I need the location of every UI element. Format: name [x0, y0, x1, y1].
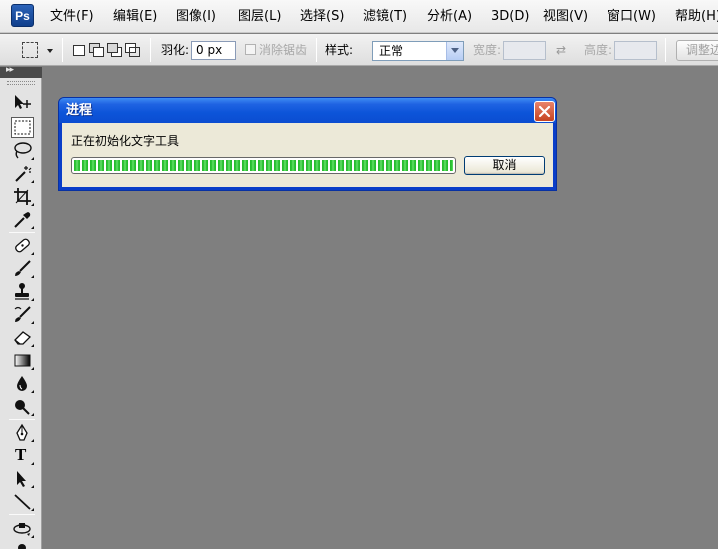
style-select-value: 正常: [379, 44, 404, 58]
3d-camera-tool-icon[interactable]: [11, 541, 34, 549]
close-button[interactable]: [534, 101, 555, 122]
menu-help[interactable]: 帮助(H): [675, 8, 718, 26]
height-label: 高度:: [584, 43, 613, 57]
brush-tool-icon[interactable]: [11, 258, 34, 279]
width-input[interactable]: [503, 41, 546, 60]
width-label: 宽度:: [473, 43, 502, 57]
history-brush-tool-icon[interactable]: [11, 304, 34, 325]
options-bar: 羽化: 0 px 消除锯齿 样式: 正常 宽度: ⇄ 高度: 调整边缘...: [0, 34, 718, 66]
menu-edit[interactable]: 编辑(E): [113, 8, 157, 26]
pen-tool-icon[interactable]: [11, 422, 34, 443]
tools-separator: [9, 419, 35, 420]
eraser-tool-icon[interactable]: [11, 327, 34, 348]
tools-panel-header[interactable]: ▸▸: [0, 65, 42, 78]
photoshop-logo-icon[interactable]: Ps: [11, 4, 34, 27]
subtract-from-selection-icon[interactable]: [107, 43, 122, 57]
intersect-selection-icon[interactable]: [125, 43, 140, 57]
gradient-tool-icon[interactable]: [11, 350, 34, 371]
tools-separator: [9, 514, 35, 515]
options-separator: [62, 38, 63, 62]
tools-separator: [9, 232, 35, 233]
progress-bar: [71, 157, 456, 174]
antialias-label: 消除锯齿: [259, 43, 308, 57]
rectangular-marquee-tool-icon[interactable]: [11, 117, 34, 138]
options-separator: [150, 38, 151, 62]
line-tool-icon[interactable]: [11, 491, 34, 512]
menu-file[interactable]: 文件(F): [50, 8, 94, 26]
type-tool-glyph: T: [15, 445, 27, 464]
options-separator: [316, 38, 317, 62]
type-tool-icon[interactable]: T: [11, 445, 34, 466]
healing-brush-tool-icon[interactable]: [11, 235, 34, 256]
dialog-title: 进程: [66, 103, 93, 118]
menu-3d[interactable]: 3D(D): [491, 8, 529, 26]
dialog-body: 正在初始化文字工具 取消: [62, 123, 553, 187]
tools-panel: ▸▸ T: [0, 65, 42, 549]
refine-edge-button[interactable]: 调整边缘...: [676, 40, 718, 61]
3d-rotate-tool-icon[interactable]: [11, 518, 34, 539]
tool-preset-marquee-icon[interactable]: [22, 42, 38, 58]
eyedropper-tool-icon[interactable]: [11, 209, 34, 230]
menu-view[interactable]: 视图(V): [543, 8, 588, 26]
style-select[interactable]: 正常: [372, 41, 464, 61]
options-separator: [665, 38, 666, 62]
menu-image[interactable]: 图像(I): [176, 8, 216, 26]
menu-bar: Ps 文件(F) 编辑(E) 图像(I) 图层(L) 选择(S) 滤镜(T) 分…: [0, 0, 718, 33]
tool-preset-dropdown-icon[interactable]: [47, 49, 53, 53]
new-selection-icon[interactable]: [71, 43, 86, 57]
cancel-button[interactable]: 取消: [464, 156, 545, 175]
magic-wand-tool-icon[interactable]: [11, 163, 34, 184]
menu-select[interactable]: 选择(S): [300, 8, 344, 26]
add-to-selection-icon[interactable]: [89, 43, 104, 57]
move-tool-icon[interactable]: [11, 92, 34, 113]
lasso-tool-icon[interactable]: [11, 140, 34, 161]
style-label: 样式:: [325, 43, 354, 57]
feather-label: 羽化:: [161, 43, 190, 57]
antialias-checkbox[interactable]: [245, 44, 256, 55]
crop-tool-icon[interactable]: [11, 186, 34, 207]
dodge-tool-icon[interactable]: [11, 396, 34, 417]
blur-tool-icon[interactable]: [11, 373, 34, 394]
menu-layer[interactable]: 图层(L): [238, 8, 281, 26]
path-selection-tool-icon[interactable]: [11, 468, 34, 489]
close-icon: [538, 105, 551, 118]
menu-analysis[interactable]: 分析(A): [427, 8, 472, 26]
progress-fill: [74, 160, 453, 171]
menu-window[interactable]: 窗口(W): [607, 8, 656, 26]
dialog-message: 正在初始化文字工具: [71, 134, 180, 148]
feather-input[interactable]: 0 px: [191, 41, 236, 60]
collapse-panel-icon[interactable]: ▸▸: [6, 65, 14, 75]
progress-dialog: 进程 正在初始化文字工具 取消: [58, 97, 557, 191]
dialog-titlebar[interactable]: 进程: [59, 98, 556, 123]
panel-grip[interactable]: [7, 81, 35, 85]
menu-filter[interactable]: 滤镜(T): [363, 8, 407, 26]
chevron-down-icon[interactable]: [446, 42, 463, 60]
height-input[interactable]: [614, 41, 657, 60]
clone-stamp-tool-icon[interactable]: [11, 281, 34, 302]
swap-dimensions-icon[interactable]: ⇄: [556, 43, 566, 57]
